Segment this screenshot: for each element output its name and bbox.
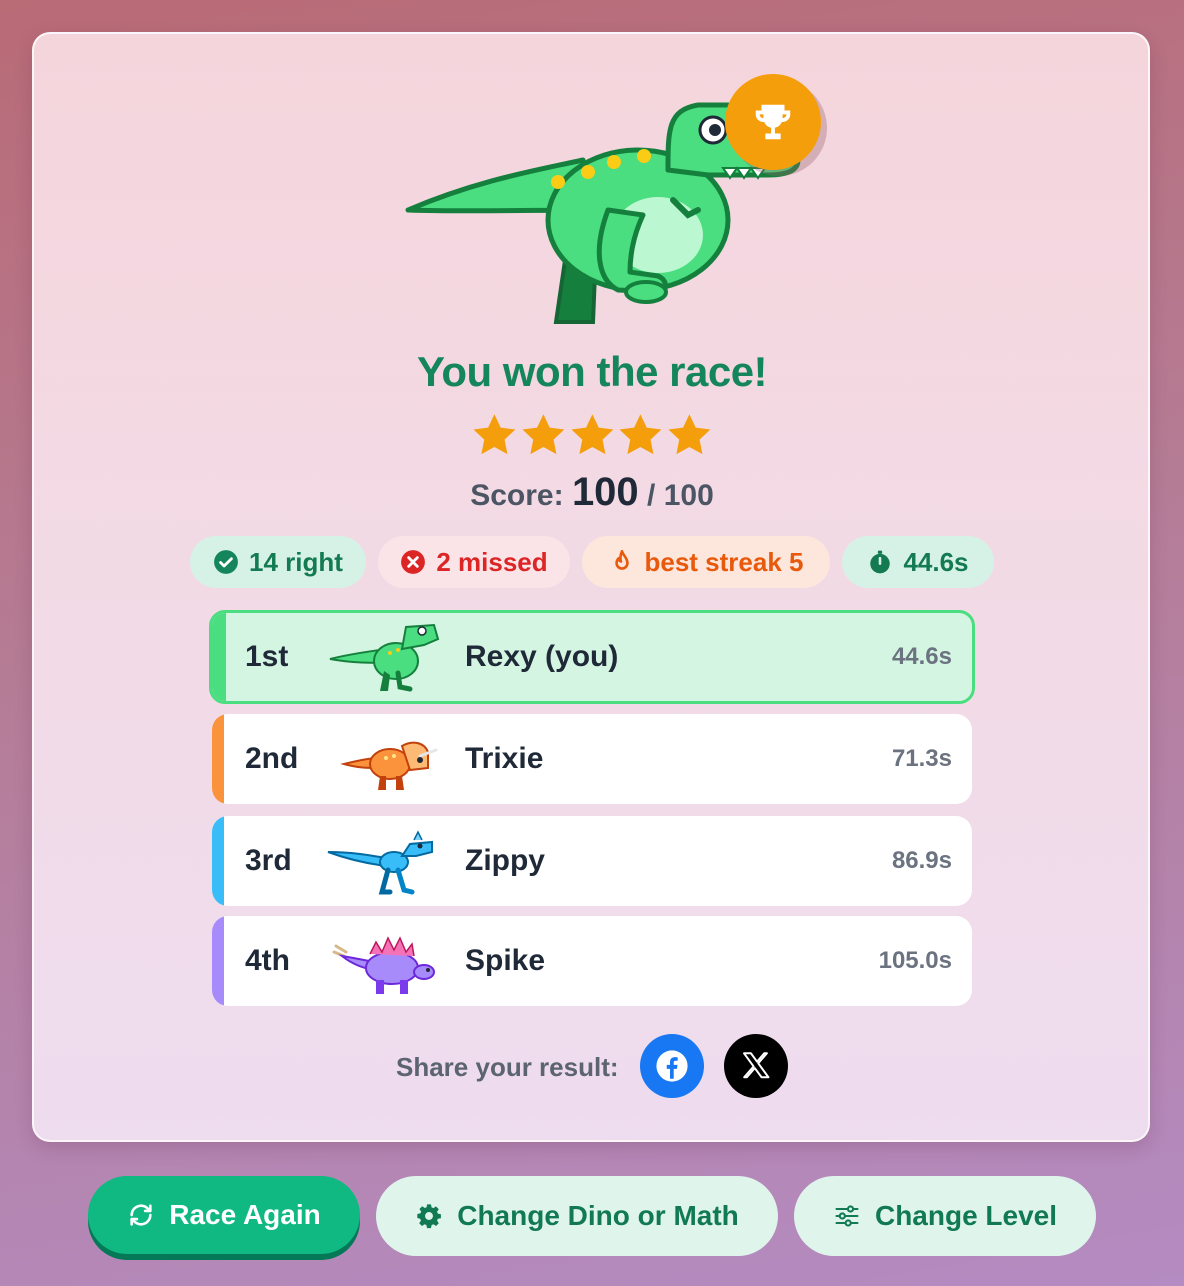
row-accent-bar — [212, 816, 224, 906]
check-circle-icon — [214, 550, 238, 574]
total-time-text: 44.6s — [903, 546, 969, 577]
row-time: 105.0s — [878, 947, 952, 974]
refresh-icon — [130, 1204, 152, 1226]
stopwatch-icon — [870, 550, 891, 574]
star-icon — [473, 414, 516, 455]
row-name: Trixie — [465, 742, 544, 775]
row-accent-bar — [212, 714, 224, 804]
gear-icon — [417, 1204, 442, 1229]
orange-triceratops-icon — [340, 741, 438, 790]
missed-count-chip: 2 missed — [378, 536, 570, 588]
x-icon — [743, 1052, 770, 1079]
purple-stegosaurus-icon — [332, 936, 435, 994]
row-accent-bar — [212, 916, 224, 1006]
missed-count-text: 2 missed — [436, 546, 548, 577]
row-place: 3rd — [245, 844, 292, 877]
score-max: / 100 — [647, 479, 714, 512]
row-name: Zippy — [465, 844, 545, 877]
correct-count-text: 14 right — [249, 546, 343, 577]
score-line: Score: 100 / 100 — [0, 470, 1184, 515]
row-place: 4th — [245, 944, 290, 977]
race-again-label: Race Again — [169, 1199, 321, 1230]
change-level-button[interactable]: Change Level — [794, 1176, 1096, 1256]
row-name: Spike — [465, 944, 546, 977]
correct-count-chip: 14 right — [190, 536, 366, 588]
facebook-icon — [656, 1050, 688, 1082]
total-time-chip: 44.6s — [842, 536, 994, 588]
row-time: 71.3s — [891, 745, 952, 772]
row-name: Rexy (you) — [465, 640, 619, 673]
trophy-badge — [725, 74, 821, 170]
leaderboard-row: 3rd Zippy 86.9s — [212, 816, 972, 906]
best-streak-text: best streak 5 — [644, 546, 804, 577]
star-icon — [522, 414, 565, 455]
share-facebook-button[interactable] — [640, 1034, 704, 1098]
result-title: You won the race! — [416, 348, 768, 395]
row-place: 2nd — [245, 742, 299, 775]
leaderboard-row: 1st Rexy (you) 44.6s — [209, 610, 975, 704]
change-dino-or-math-button[interactable]: Change Dino or Math — [376, 1176, 778, 1256]
star-icon — [571, 414, 613, 455]
row-place: 1st — [245, 640, 289, 673]
green-trex-icon — [329, 623, 440, 692]
star-icon — [619, 414, 662, 455]
row-time: 86.9s — [891, 847, 952, 874]
row-time: 44.6s — [891, 643, 952, 670]
star-rating — [470, 410, 714, 462]
blue-raptor-icon — [327, 830, 433, 895]
star-icon — [668, 414, 711, 455]
change-level-label: Change Level — [874, 1200, 1058, 1231]
change-dino-label: Change Dino or Math — [457, 1200, 739, 1231]
trophy-icon — [755, 104, 791, 140]
stats-chips: 14 right 2 missed best streak 5 44.6s — [0, 536, 1184, 588]
share-section: Share your result: — [0, 1034, 1184, 1098]
score-label: Score: — [470, 479, 564, 512]
x-circle-icon — [401, 550, 426, 574]
flame-icon — [614, 549, 629, 570]
best-streak-chip: best streak 5 — [582, 536, 830, 588]
score-value: 100 — [571, 470, 639, 514]
leaderboard-row: 4th Spike 105.0s — [212, 916, 972, 1006]
row-accent-bar — [212, 613, 226, 701]
sliders-icon — [835, 1205, 859, 1227]
leaderboard-row: 2nd Trixie 71.3s — [212, 714, 972, 804]
share-x-button[interactable] — [724, 1034, 788, 1098]
share-label: Share your result: — [396, 1052, 619, 1082]
race-again-button[interactable]: Race Again — [88, 1176, 360, 1254]
